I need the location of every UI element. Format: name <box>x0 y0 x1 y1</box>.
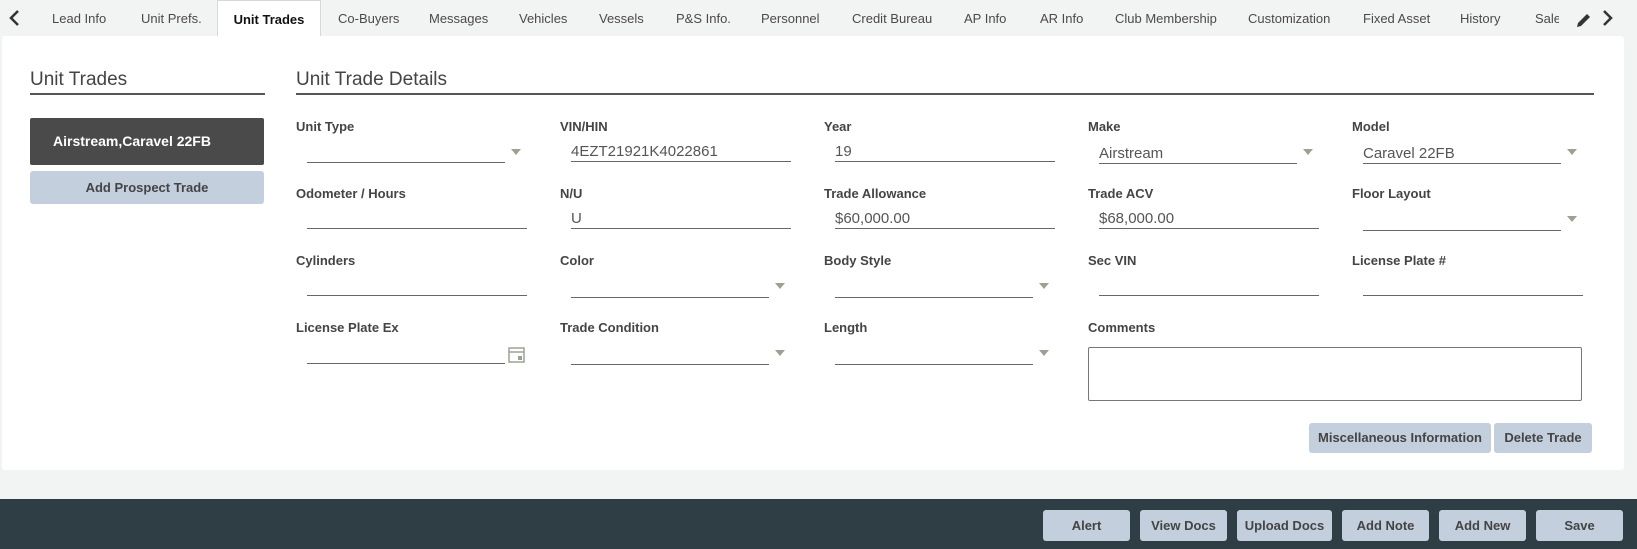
add-note-button[interactable]: Add Note <box>1342 510 1429 541</box>
sec-vin-input[interactable] <box>1099 295 1319 296</box>
tab-history[interactable]: History <box>1460 0 1500 37</box>
chevron-right-icon[interactable] <box>1599 8 1615 28</box>
alert-button[interactable]: Alert <box>1043 510 1130 541</box>
delete-trade-button[interactable]: Delete Trade <box>1494 423 1592 453</box>
odometer-input[interactable] <box>307 228 527 229</box>
make-underline <box>1099 163 1297 164</box>
tab-lead-info[interactable]: Lead Info <box>52 0 106 37</box>
make-label: Make <box>1088 119 1121 134</box>
unit-trade-details-title: Unit Trade Details <box>296 69 448 90</box>
body-style-label: Body Style <box>824 253 892 268</box>
make-select[interactable]: Airstream <box>1099 145 1163 162</box>
tab-messages[interactable]: Messages <box>429 0 488 37</box>
unit-type-label: Unit Type <box>296 119 355 134</box>
length-label: Length <box>824 320 868 335</box>
tab-vessels[interactable]: Vessels <box>599 0 644 37</box>
year-underline <box>835 161 1055 162</box>
tab-customization[interactable]: Customization <box>1248 0 1330 37</box>
tab-ar-info[interactable]: AR Info <box>1040 0 1083 37</box>
year-input[interactable]: 19 <box>835 143 852 160</box>
tab-ps-info[interactable]: P&S Info. <box>676 0 731 37</box>
model-label: Model <box>1352 119 1390 134</box>
caret-down-icon[interactable] <box>1039 350 1049 356</box>
tab-ap-info[interactable]: AP Info <box>964 0 1006 37</box>
caret-down-icon[interactable] <box>775 350 785 356</box>
caret-down-icon[interactable] <box>1567 216 1577 222</box>
caret-down-icon[interactable] <box>511 149 521 155</box>
cylinders-label: Cylinders <box>296 253 356 268</box>
license-plate-label: License Plate # <box>1352 253 1446 268</box>
trade-allowance-label: Trade Allowance <box>824 186 927 201</box>
unit-type-select[interactable] <box>307 162 505 163</box>
model-underline <box>1363 163 1561 164</box>
nu-underline <box>571 228 791 229</box>
nu-label: N/U <box>560 186 583 201</box>
calendar-icon[interactable] <box>508 346 525 363</box>
upload-docs-button[interactable]: Upload Docs <box>1237 510 1332 541</box>
trade-condition-select[interactable] <box>571 364 769 365</box>
add-new-button[interactable]: Add New <box>1439 510 1526 541</box>
trade-allowance-input[interactable]: $60,000.00 <box>835 210 910 227</box>
vin-underline <box>571 161 791 162</box>
model-select[interactable]: Caravel 22FB <box>1363 145 1455 162</box>
vin-input[interactable]: 4EZT21921K4022861 <box>571 143 718 160</box>
license-plate-ex-label: License Plate Ex <box>296 320 399 335</box>
tab-sale[interactable]: Sale <box>1535 0 1559 37</box>
caret-down-icon[interactable] <box>1303 149 1313 155</box>
tab-personnel[interactable]: Personnel <box>761 0 820 37</box>
length-select[interactable] <box>835 364 1033 365</box>
tab-unit-prefs[interactable]: Unit Prefs. <box>141 0 202 37</box>
tab-fixed-asset[interactable]: Fixed Asset <box>1363 0 1430 37</box>
trade-condition-label: Trade Condition <box>560 320 659 335</box>
floor-layout-label: Floor Layout <box>1352 186 1431 201</box>
add-prospect-trade-button[interactable]: Add Prospect Trade <box>30 171 264 204</box>
trade-allowance-underline <box>835 228 1055 229</box>
view-docs-button[interactable]: View Docs <box>1140 510 1227 541</box>
caret-down-icon[interactable] <box>775 283 785 289</box>
pencil-icon[interactable] <box>1575 10 1591 30</box>
caret-down-icon[interactable] <box>1039 283 1049 289</box>
color-label: Color <box>560 253 594 268</box>
trade-acv-underline <box>1099 228 1319 229</box>
year-label: Year <box>824 119 852 134</box>
license-plate-input[interactable] <box>1363 295 1583 296</box>
vin-label: VIN/HIN <box>560 119 608 134</box>
tab-club-membership[interactable]: Club Membership <box>1115 0 1217 37</box>
floor-layout-select[interactable] <box>1363 230 1561 231</box>
divider <box>30 93 265 95</box>
save-button[interactable]: Save <box>1536 510 1623 541</box>
miscellaneous-information-button[interactable]: Miscellaneous Information <box>1309 423 1491 453</box>
tab-credit-bureau[interactable]: Credit Bureau <box>852 0 932 37</box>
comments-textarea[interactable] <box>1088 347 1582 401</box>
license-plate-ex-input[interactable] <box>307 363 505 364</box>
trade-acv-input[interactable]: $68,000.00 <box>1099 210 1174 227</box>
tab-bar: Lead Info Unit Prefs. Unit Trades Co-Buy… <box>0 0 1637 37</box>
cylinders-input[interactable] <box>307 295 527 296</box>
divider <box>296 93 1594 95</box>
odometer-label: Odometer / Hours <box>296 186 406 201</box>
color-select[interactable] <box>571 297 769 298</box>
tab-vehicles[interactable]: Vehicles <box>519 0 567 37</box>
tab-co-buyers[interactable]: Co-Buyers <box>338 0 399 37</box>
sec-vin-label: Sec VIN <box>1088 253 1137 268</box>
trade-list-item[interactable]: Airstream,Caravel 22FB <box>30 118 264 165</box>
chevron-left-icon[interactable] <box>7 8 23 28</box>
tab-unit-trades[interactable]: Unit Trades <box>217 0 321 37</box>
unit-trades-title: Unit Trades <box>30 69 128 90</box>
trade-acv-label: Trade ACV <box>1088 186 1154 201</box>
caret-down-icon[interactable] <box>1567 149 1577 155</box>
nu-input[interactable]: U <box>571 210 582 227</box>
comments-label: Comments <box>1088 320 1156 335</box>
body-style-select[interactable] <box>835 297 1033 298</box>
